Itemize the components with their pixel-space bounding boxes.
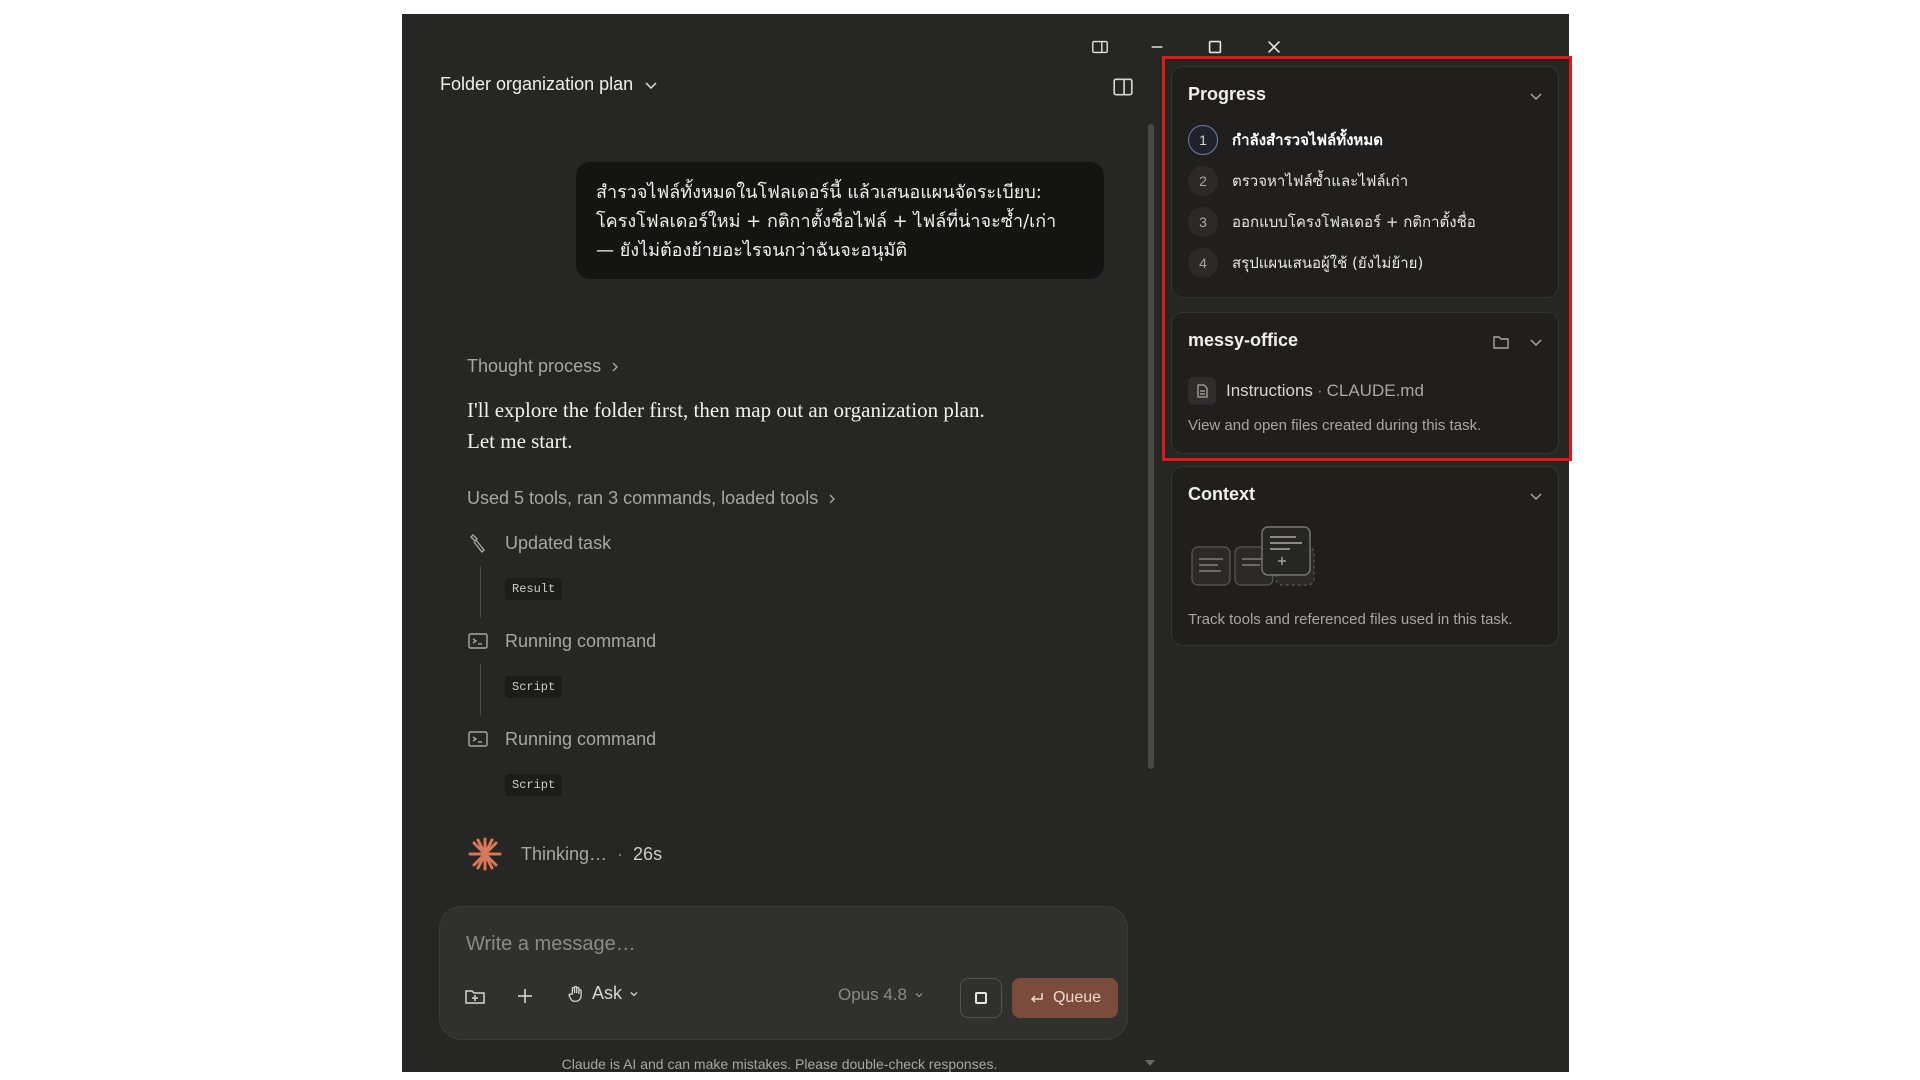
folder-icon[interactable]	[1492, 333, 1510, 351]
chevron-right-icon	[612, 362, 619, 371]
terminal-icon	[468, 731, 488, 747]
enter-icon	[1030, 993, 1043, 1003]
tool-step[interactable]: Running command	[467, 630, 656, 652]
terminal-icon	[468, 633, 488, 649]
plus-icon	[518, 989, 532, 1003]
folder-plus-icon	[465, 990, 485, 1004]
context-illustration-icon	[1191, 526, 1315, 586]
chat-title-menu[interactable]: Folder organization plan	[440, 74, 659, 95]
tool-icon	[470, 534, 485, 554]
tool-step-label: Running command	[505, 630, 657, 651]
tool-step-badge[interactable]: Script	[505, 676, 563, 698]
step-number: 3	[1188, 207, 1218, 237]
chat-title: Folder organization plan	[440, 74, 634, 94]
workspace-title: messy-office	[1188, 330, 1299, 350]
chevron-right-icon	[829, 494, 836, 503]
message-composer: Ask Opus 4.8 Queue	[439, 906, 1128, 1040]
timeline-connector	[480, 664, 481, 716]
tools-summary-label: Used 5 tools, ran 3 commands, loaded too…	[467, 488, 819, 508]
add-folder-button[interactable]	[464, 985, 486, 1007]
app-window: Folder organization plan สำรวจไฟล์ทั้งหม…	[402, 14, 1569, 1072]
timeline-connector	[480, 566, 481, 618]
progress-step: 3 ออกแบบโครงโฟลเดอร์ + กติกาตั้งชื่อ	[1188, 207, 1476, 237]
step-text: ออกแบบโครงโฟลเดอร์ + กติกาตั้งชื่อ	[1232, 213, 1476, 231]
tool-step-label: Running command	[505, 728, 657, 749]
progress-step: 2 ตรวจหาไฟล์ซ้ำและไฟล์เก่า	[1188, 166, 1408, 196]
tools-summary-toggle[interactable]: Used 5 tools, ran 3 commands, loaded too…	[467, 488, 838, 509]
tool-step-label: Updated task	[505, 532, 612, 553]
step-number: 4	[1188, 248, 1218, 278]
chevron-down-icon[interactable]	[1528, 334, 1544, 350]
close-icon[interactable]	[1259, 32, 1289, 62]
thinking-label: Thinking…	[521, 843, 608, 864]
tool-step-badge[interactable]: Script	[505, 774, 563, 796]
user-message: สำรวจไฟล์ทั้งหมดในโฟลเดอร์นี้ แล้วเสนอแผ…	[576, 162, 1104, 279]
chevron-down-icon[interactable]	[1528, 88, 1544, 104]
assistant-message-line: I'll explore the folder first, then map …	[467, 398, 985, 422]
context-title: Context	[1188, 484, 1255, 504]
thought-process-label: Thought process	[467, 356, 602, 376]
minimize-icon[interactable]	[1142, 32, 1172, 62]
thinking-separator: ·	[617, 843, 624, 864]
file-path: CLAUDE.md	[1326, 381, 1424, 400]
progress-step: 4 สรุปแผนเสนอผู้ใช้ (ยังไม่ย้าย)	[1188, 248, 1423, 278]
model-select[interactable]: Opus 4.8	[838, 985, 925, 1005]
mode-select[interactable]: Ask	[566, 983, 640, 1004]
message-input[interactable]	[466, 933, 1066, 956]
step-text: สรุปแผนเสนอผู้ใช้ (ยังไม่ย้าย)	[1232, 254, 1424, 272]
user-message-line: — ยังไม่ต้องย้ายอะไรจนกว่าฉันจะอนุมัติ	[596, 240, 908, 261]
step-number: 2	[1188, 166, 1218, 196]
chevron-down-icon	[915, 993, 923, 998]
context-card: Context Track tools and referenced files…	[1171, 466, 1559, 646]
user-message-line: สำรวจไฟล์ทั้งหมดในโฟลเดอร์นี้ แล้วเสนอแผ…	[596, 182, 1042, 203]
file-separator: ·	[1316, 381, 1323, 400]
hand-icon	[568, 985, 582, 1002]
panel-toggle-icon[interactable]	[1112, 76, 1134, 98]
workspace-card: messy-office Instructions · CLAUDE.md Vi…	[1171, 312, 1559, 454]
tool-step-badge[interactable]: Result	[505, 578, 563, 600]
chat-scrollbar[interactable]	[1148, 124, 1154, 769]
chevron-down-icon	[630, 991, 638, 996]
stop-icon	[975, 992, 987, 1004]
stop-button[interactable]	[960, 978, 1002, 1018]
chevron-down-icon[interactable]	[1528, 488, 1544, 504]
thinking-status: Thinking… · 26s	[467, 836, 662, 872]
queue-button[interactable]: Queue	[1012, 978, 1118, 1018]
context-note: Track tools and referenced files used in…	[1188, 611, 1513, 628]
tool-step[interactable]: Updated task	[467, 532, 611, 554]
progress-step: 1 กำลังสำรวจไฟล์ทั้งหมด	[1188, 125, 1383, 155]
maximize-icon[interactable]	[1200, 32, 1230, 62]
step-text: กำลังสำรวจไฟล์ทั้งหมด	[1232, 131, 1383, 149]
model-label: Opus 4.8	[838, 985, 907, 1004]
thinking-elapsed: 26s	[633, 843, 663, 864]
add-attachment-button[interactable]	[514, 985, 536, 1007]
assistant-message-line: Let me start.	[467, 429, 573, 453]
queue-label: Queue	[1052, 989, 1102, 1006]
file-icon	[1188, 377, 1216, 405]
step-number: 1	[1188, 125, 1218, 155]
file-item[interactable]: Instructions · CLAUDE.md	[1188, 377, 1424, 405]
progress-title: Progress	[1188, 84, 1267, 104]
progress-card: Progress 1 กำลังสำรวจไฟล์ทั้งหมด 2 ตรวจห…	[1171, 66, 1559, 298]
chevron-down-icon	[645, 81, 657, 89]
user-message-line: โครงโฟลเดอร์ใหม่ + กติกาตั้งชื่อไฟล์ + ไ…	[596, 211, 1057, 232]
file-name: Instructions	[1226, 381, 1313, 400]
thought-process-toggle[interactable]: Thought process	[467, 356, 621, 377]
ai-disclaimer: Claude is AI and can make mistakes. Plea…	[561, 1056, 998, 1072]
tool-step[interactable]: Running command	[467, 728, 656, 750]
claude-spark-icon	[468, 837, 502, 871]
workspace-note: View and open files created during this …	[1188, 417, 1482, 434]
sidebar-toggle-icon[interactable]	[1085, 32, 1115, 62]
assistant-message: I'll explore the folder first, then map …	[467, 395, 985, 457]
step-text: ตรวจหาไฟล์ซ้ำและไฟล์เก่า	[1232, 172, 1409, 190]
mode-label: Ask	[592, 983, 623, 1003]
